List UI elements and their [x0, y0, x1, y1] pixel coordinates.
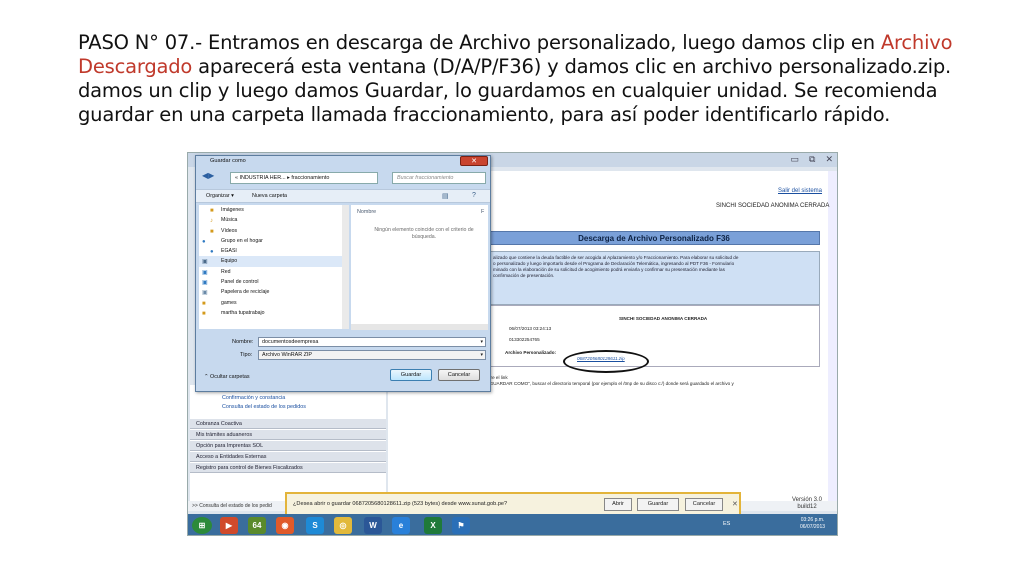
download-question: ¿Desea abrir o guardar 0687205680128611.…: [293, 501, 508, 507]
media-player-icon[interactable]: ▶: [220, 517, 238, 534]
info-box: alizado que contiene la deuda factible d…: [488, 251, 820, 305]
file-list: Nombre F Ningún elemento coincide con el…: [351, 205, 488, 329]
taskbar: ⊞ ▶ 64 ◉ S ◎ W e X ⚑ ES 03:26 p.m. 06/07…: [188, 514, 837, 535]
network-icon[interactable]: ⚑: [452, 517, 470, 534]
type-label: Tipo:: [240, 352, 253, 358]
file-label: Archivo Personalizado:: [505, 350, 557, 355]
help-icon[interactable]: ?: [472, 192, 476, 199]
chevron-up-icon: ⌃: [204, 374, 209, 380]
chevron-down-icon[interactable]: ▾: [480, 351, 483, 360]
menu-item[interactable]: Opción para Imprentas SOL: [190, 440, 386, 451]
view-options-icon[interactable]: ▤: [442, 192, 449, 200]
column-header-f[interactable]: F: [481, 209, 484, 215]
firefox-icon[interactable]: ◉: [276, 517, 294, 534]
close-icon[interactable]: ✕: [460, 156, 488, 166]
nav-scrollbar[interactable]: [342, 205, 349, 329]
column-header-name[interactable]: Nombre: [357, 209, 376, 215]
hide-folders-toggle[interactable]: ⌃ Ocultar carpetas: [204, 374, 250, 380]
folder-icon: ■: [202, 310, 206, 317]
menu-item[interactable]: Acceso a Entidades Externas: [190, 451, 386, 462]
nav-item-egasi[interactable]: ● EGASI: [199, 246, 349, 256]
back-forward-icon[interactable]: ◀▶: [202, 171, 214, 180]
save-as-dialog: Guardar como ✕ ◀▶ « INDUSTRIA HER... ▸ f…: [195, 155, 491, 392]
horizontal-scrollbar[interactable]: [351, 324, 488, 330]
word-icon[interactable]: W: [364, 517, 382, 534]
dialog-toolbar: Organizar ▾ Nueva carpeta ▤ ?: [196, 189, 490, 203]
navigation-pane: ■ Imágenes ♪ Música ■ Vídeos ● Grupo en el h…: [199, 205, 349, 329]
download-notification-bar: ¿Desea abrir o guardar 0687205680128611.…: [285, 492, 741, 516]
left-menu: Consulta del estado de la solicitud Conf…: [190, 385, 386, 507]
restore-icon[interactable]: ⧉: [809, 154, 815, 164]
minimize-icon[interactable]: ▭: [791, 154, 800, 164]
save-dropdown-button[interactable]: Guardar: [637, 498, 679, 511]
close-icon[interactable]: ✕: [825, 154, 833, 164]
search-input[interactable]: Buscar fraccionamiento: [392, 172, 486, 184]
nav-item-equipo[interactable]: ▣ Equipo: [199, 256, 349, 267]
menu-item[interactable]: Registro para control de Bienes Fiscaliz…: [190, 462, 386, 473]
step-number: PASO N° 07: [78, 31, 190, 54]
highlight-ellipse: [563, 350, 649, 373]
cancel-download-button[interactable]: Cancelar: [685, 498, 723, 511]
version-info: Versión 3.0 build12: [792, 497, 823, 510]
result-date: 06/07/2013 03:24:13: [509, 326, 552, 331]
result-company: SINCHI SOCIEDAD ANONIMA CERRADA: [619, 316, 708, 321]
nav-item-imagenes[interactable]: ■ Imágenes: [199, 205, 349, 215]
instruction-note: bre el link "GUARDAR COMO", buscar el di…: [488, 375, 734, 386]
new-folder-button[interactable]: Nueva carpeta: [252, 193, 287, 199]
page-scrollbar[interactable]: [828, 171, 837, 507]
company-name: SINCHI SOCIEDAD ANONIMA CERRADA: [716, 203, 830, 209]
nav-item-red[interactable]: ▣ Red: [199, 267, 349, 277]
dialog-title: Guardar como: [210, 158, 246, 164]
nav-item-panel-control[interactable]: ▣ Panel de control: [199, 277, 349, 287]
nav-item-martha[interactable]: ■ martha tupatrabajo: [199, 308, 349, 318]
open-button[interactable]: Abrir: [604, 498, 632, 511]
nav-item-videos[interactable]: ■ Vídeos: [199, 226, 349, 236]
slide-description: PASO N° 07.- Entramos en descarga de Arc…: [78, 31, 953, 126]
tree-item[interactable]: Consulta del estado de los pedidos: [190, 403, 386, 412]
cancel-button[interactable]: Cancelar: [438, 369, 480, 381]
filename-label: Nombre:: [232, 339, 254, 345]
clock[interactable]: 03:26 p.m. 06/07/2013: [800, 517, 825, 531]
language-indicator[interactable]: ES: [723, 521, 730, 527]
app-icon[interactable]: 64: [248, 517, 266, 534]
file-type-select[interactable]: Archivo WinRAR ZIP ▾: [258, 350, 486, 360]
excel-icon[interactable]: X: [424, 517, 442, 534]
chevron-down-icon[interactable]: ▾: [480, 338, 483, 347]
internet-explorer-icon[interactable]: e: [392, 517, 410, 534]
start-button[interactable]: ⊞: [192, 517, 212, 534]
organize-button[interactable]: Organizar ▾: [206, 193, 234, 199]
filename-field[interactable]: documentosdeempresa ▾: [258, 337, 486, 347]
nav-item-papelera[interactable]: ▣ Papelera de reciclaje: [199, 287, 349, 297]
nav-item-musica[interactable]: ♪ Música: [199, 215, 349, 225]
skype-icon[interactable]: S: [306, 517, 324, 534]
nav-item-homegroup[interactable]: ● Grupo en el hogar: [199, 236, 349, 246]
empty-message: Ningún elemento coincide con el criterio…: [374, 227, 474, 240]
screenshot: ▭ ⧉ ✕ Salir del sistema SINCHI SOCIEDAD AN…: [187, 152, 838, 536]
nav-item-games[interactable]: ■ games: [199, 298, 349, 308]
close-icon[interactable]: ✕: [732, 500, 738, 508]
result-box: SINCHI SOCIEDAD ANONIMA CERRADA 06/07/20…: [488, 305, 820, 367]
logout-link[interactable]: Salir del sistema: [778, 188, 822, 194]
chrome-icon[interactable]: ◎: [334, 517, 352, 534]
save-button[interactable]: Guardar: [390, 369, 432, 381]
page-title: Descarga de Archivo Personalizado F36: [488, 231, 820, 245]
result-ruc: 013302254765: [509, 337, 540, 342]
address-bar[interactable]: « INDUSTRIA HER... ▸ fraccionamiento: [230, 172, 378, 184]
menu-item[interactable]: Mis trámites aduaneros: [190, 429, 386, 440]
menu-item[interactable]: Cobranza Coactiva: [190, 418, 386, 429]
tree-item[interactable]: Confirmación y constancia: [190, 394, 386, 403]
